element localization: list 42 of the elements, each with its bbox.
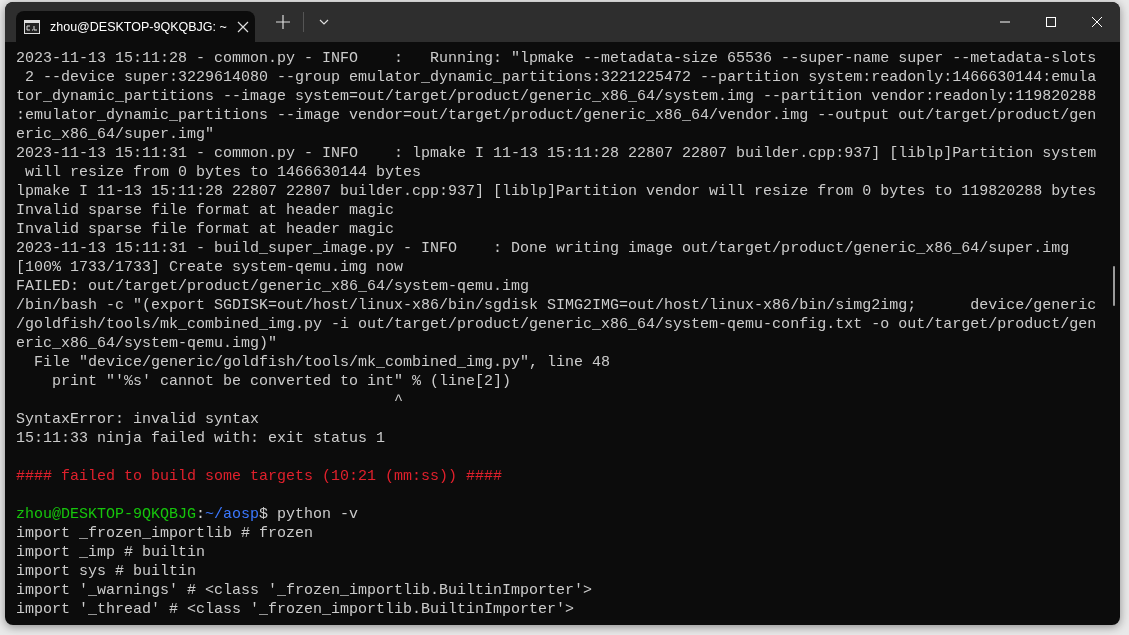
output-line: FAILED: out/target/product/generic_x86_64/system-qemu.img xyxy=(16,278,530,295)
output-line: Invalid sparse file format at header magic xyxy=(16,202,395,219)
output-line: ^ xyxy=(393,392,404,409)
output-line: 2023-11-13 15:11:28 - common.py - INFO : Running: "lpmake --metadata-size 65536 --super-name super --metadata-slots xyxy=(16,50,1097,67)
scrollbar-thumb[interactable] xyxy=(1113,266,1115,306)
output-line: import '_warnings' # <class '_frozen_importlib.BuiltinImporter'> xyxy=(16,582,593,599)
prompt-path: ~/aosp xyxy=(205,506,260,523)
output-line: 2 --device super:3229614080 --group emulator_dynamic_partitions:3221225472 --partition system:readonly:1466630144:emula xyxy=(24,69,1097,86)
output-line: SyntaxError: invalid syntax xyxy=(16,411,260,428)
output-line: will resize from 0 bytes to 1466630144 bytes xyxy=(24,164,422,181)
output-line: eric_x86_64/super.img" xyxy=(16,126,215,143)
output-line: import _frozen_importlib # frozen xyxy=(16,525,314,542)
output-line: File "device/generic/goldfish/tools/mk_combined_img.py", line 48 xyxy=(33,354,611,371)
output-line: /bin/bash -c "(export SGDISK=out/host/linux-x86/bin/sgdisk SIMG2IMG=out/host/linux-x86/bin/simg2img; device/generic xyxy=(16,297,1097,314)
output-line: 15:11:33 ninja failed with: exit status 1 xyxy=(16,430,386,447)
output-line: /goldfish/tools/mk_combined_img.py -i out/target/product/generic_x86_64/system-qemu-config.txt -o out/target/product/gen xyxy=(16,316,1097,333)
output-line: 2023-11-13 15:11:31 - common.py - INFO : lpmake I 11-13 15:11:28 22807 22807 builder.cpp:937] [liblp]Partition system xyxy=(16,145,1097,162)
close-icon xyxy=(236,20,249,33)
plus-icon xyxy=(276,15,290,29)
prompt-separator: : xyxy=(196,506,206,523)
output-line: print "'%s' cannot be converted to int" % (line[2]) xyxy=(51,373,512,390)
chevron-down-icon xyxy=(319,19,329,25)
output-line: 2023-11-13 15:11:31 - build_super_image.py - INFO : Done writing image out/target/product/generic_x86_64/super.img xyxy=(16,240,1070,257)
command-text: python -v xyxy=(276,506,359,523)
prompt-symbol: $ xyxy=(259,506,269,523)
maximize-icon xyxy=(1046,17,1056,27)
output-line: import _imp # builtin xyxy=(16,544,206,561)
close-icon xyxy=(1092,17,1102,27)
output-line: import sys # builtin xyxy=(16,563,197,580)
error-line: #### failed to build some targets (10:21 (mm:ss)) #### xyxy=(16,468,503,485)
output-line: import '_thread' # <class '_frozen_importlib.BuiltinImporter'> xyxy=(16,601,575,618)
terminal-tab[interactable]: zhou@DESKTOP-9QKQBJG: ~ xyxy=(16,11,255,42)
output-line: :emulator_dynamic_partitions --image vendor=out/target/product/generic_x86_64/vendor.img --output out/target/product/gen xyxy=(16,107,1097,124)
minimize-icon xyxy=(1000,21,1010,23)
output-line: tor_dynamic_partitions --image system=out/target/product/generic_x86_64/system.img --partition vendor:readonly:119820288 xyxy=(16,88,1097,105)
prompt-user-host: zhou@DESKTOP-9QKQBJG xyxy=(16,506,197,523)
output-line: eric_x86_64/system-qemu.img)" xyxy=(16,335,278,352)
output-line: lpmake I 11-13 15:11:28 22807 22807 builder.cpp:937] [liblp]Partition vendor will resize from 0 bytes to 119820288 bytes xyxy=(16,183,1097,200)
terminal-icon xyxy=(24,19,40,34)
output-line: Invalid sparse file format at header magic xyxy=(16,221,395,238)
tab-title: zhou@DESKTOP-9QKQBJG: ~ xyxy=(50,19,227,34)
output-line: [100% 1733/1733] Create system-qemu.img now xyxy=(16,259,404,276)
